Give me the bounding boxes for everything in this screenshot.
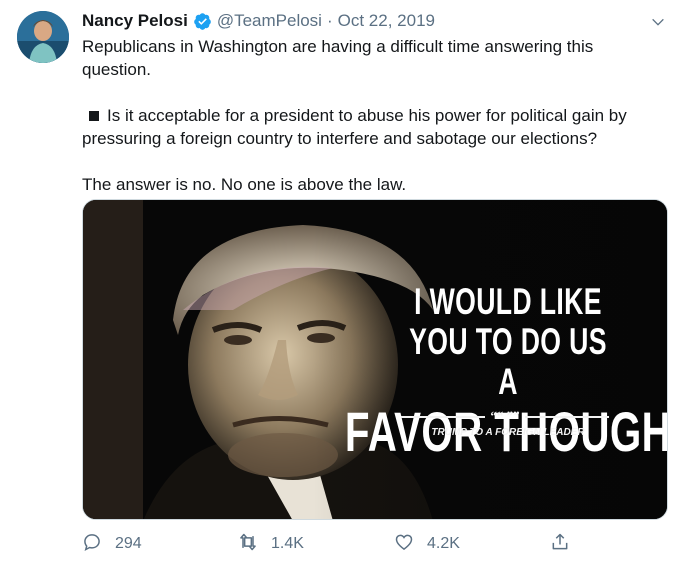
tweet-paragraph-2: Is it acceptable for a president to abus… xyxy=(82,104,662,150)
reply-icon xyxy=(82,532,102,557)
tweet-text: Republicans in Washington are having a d… xyxy=(82,35,662,196)
quote-attribution: TRUMP TO A FOREIGN LEADER xyxy=(431,427,585,438)
tweet-header: Nancy Pelosi @TeamPelosi · Oct 22, 2019 xyxy=(82,9,435,33)
separator-dot: · xyxy=(326,11,333,30)
share-icon xyxy=(550,532,570,557)
quote-line-1: I WOULD LIKE xyxy=(414,281,602,322)
avatar-image xyxy=(17,11,69,63)
avatar[interactable] xyxy=(17,11,69,63)
verified-badge-icon xyxy=(193,12,212,31)
black-square-icon xyxy=(89,111,99,122)
tweet-paragraph-3: The answer is no. No one is above the la… xyxy=(82,175,407,194)
heart-icon xyxy=(394,532,414,557)
tweet-paragraph-2-text: Is it acceptable for a president to abus… xyxy=(82,106,627,148)
tweet-actions: 294 1.4K 4.2K xyxy=(82,530,582,558)
chevron-down-icon[interactable] xyxy=(648,12,668,32)
retweet-icon xyxy=(238,532,258,557)
tweet-date[interactable]: Oct 22, 2019 xyxy=(338,11,435,31)
tweet-media-image[interactable]: I WOULD LIKE YOU TO DO US A FAVOR THOUGH… xyxy=(82,199,668,520)
like-button[interactable]: 4.2K xyxy=(394,530,460,558)
attribution-divider-left xyxy=(401,416,485,418)
retweet-button[interactable]: 1.4K xyxy=(238,530,304,558)
like-count: 4.2K xyxy=(427,535,460,552)
author-handle[interactable]: @TeamPelosi xyxy=(217,11,322,31)
reply-count: 294 xyxy=(115,535,142,552)
quote-line-2: YOU TO DO US A xyxy=(409,321,607,402)
tweet-paragraph-1: Republicans in Washington are having a d… xyxy=(82,37,594,79)
quote-marks: ““ ”” xyxy=(490,408,520,423)
attribution-divider-right xyxy=(525,416,609,418)
author-name[interactable]: Nancy Pelosi xyxy=(82,11,188,31)
reply-button[interactable]: 294 xyxy=(82,530,142,558)
share-button[interactable] xyxy=(550,530,570,558)
retweet-count: 1.4K xyxy=(271,535,304,552)
